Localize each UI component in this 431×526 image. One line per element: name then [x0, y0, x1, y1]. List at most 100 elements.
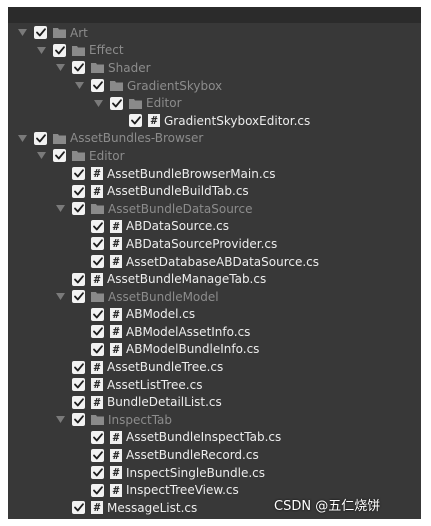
- tree-row-folder[interactable]: InspectTab: [8, 411, 421, 429]
- tree-item-label: ABModelBundleInfo.cs: [126, 342, 260, 357]
- tree-row-file[interactable]: # ABModelAssetInfo.cs: [8, 323, 421, 341]
- checkbox[interactable]: [91, 342, 104, 356]
- tree-row-file[interactable]: # ABDataSourceProvider.cs: [8, 235, 421, 253]
- chevron-down-icon[interactable]: [54, 414, 66, 426]
- checkbox[interactable]: [72, 395, 85, 409]
- tree-item-label: GradientSkybox: [127, 78, 223, 93]
- checkbox[interactable]: [91, 430, 104, 444]
- checkbox[interactable]: [34, 131, 47, 145]
- tree-row-folder[interactable]: Editor: [8, 94, 421, 112]
- checkbox[interactable]: [91, 219, 104, 233]
- tree-row-file[interactable]: # AssetDatabaseABDataSource.cs: [8, 253, 421, 271]
- folder-icon: [129, 98, 142, 109]
- tree-row-file[interactable]: # ABModelBundleInfo.cs: [8, 341, 421, 359]
- csharp-script-icon: #: [110, 430, 122, 444]
- chevron-down-icon[interactable]: [35, 150, 47, 162]
- checkmark-icon: [54, 46, 65, 55]
- checkbox[interactable]: [91, 483, 104, 497]
- csharp-script-icon: #: [110, 307, 122, 321]
- tree-row-file[interactable]: # GradientSkyboxEditor.cs: [8, 112, 421, 130]
- tree-item-label: AssetBundleTree.cs: [107, 360, 224, 375]
- tree-row-file[interactable]: # BundleDetailList.cs: [8, 393, 421, 411]
- tree-row-folder[interactable]: GradientSkybox: [8, 77, 421, 95]
- tree-row-folder[interactable]: Editor: [8, 147, 421, 165]
- checkbox[interactable]: [72, 272, 85, 286]
- checkmark-icon: [92, 345, 103, 354]
- tree-item-label: AssetBundleRecord.cs: [126, 448, 259, 463]
- tree-row-file[interactable]: # ABDataSource.cs: [8, 218, 421, 236]
- checkbox[interactable]: [129, 114, 142, 128]
- folder-icon: [91, 62, 104, 74]
- checkbox[interactable]: [72, 501, 85, 515]
- chevron-down-icon[interactable]: [16, 27, 28, 39]
- checkmark-icon: [92, 468, 103, 477]
- tree-item-label: Effect: [89, 43, 124, 58]
- checkbox[interactable]: [91, 79, 104, 93]
- tree-row-file[interactable]: # AssetBundleRecord.cs: [8, 446, 421, 464]
- tree-item-label: AssetListTree.cs: [107, 377, 203, 392]
- checkmark-icon: [130, 116, 141, 125]
- tree-row-file[interactable]: # AssetBundleTree.cs: [8, 358, 421, 376]
- tree-item-label: AssetBundleInspectTab.cs: [126, 430, 282, 445]
- checkbox[interactable]: [34, 26, 47, 40]
- tree-row-file[interactable]: # AssetBundleBuildTab.cs: [8, 182, 421, 200]
- tree-row-file[interactable]: # ABModel.cs: [8, 306, 421, 324]
- checkbox[interactable]: [91, 307, 104, 321]
- folder-icon: [53, 27, 66, 39]
- checkbox[interactable]: [53, 43, 66, 57]
- chevron-down-icon[interactable]: [54, 62, 66, 74]
- checkmark-icon: [92, 257, 103, 266]
- tree-row-folder[interactable]: AssetBundleModel: [8, 288, 421, 306]
- folder-icon: [91, 414, 104, 426]
- checkbox[interactable]: [91, 255, 104, 269]
- csharp-script-icon: #: [91, 378, 103, 392]
- folder-icon: [110, 80, 123, 92]
- chevron-down-icon[interactable]: [73, 80, 85, 92]
- tree-row-file[interactable]: # AssetListTree.cs: [8, 376, 421, 394]
- tree-row-folder[interactable]: Art: [8, 24, 421, 42]
- tree-row-file[interactable]: # AssetBundleManageTab.cs: [8, 270, 421, 288]
- checkmark-icon: [92, 433, 103, 442]
- checkbox[interactable]: [91, 237, 104, 251]
- tree-row-folder[interactable]: AssetBundleDataSource: [8, 200, 421, 218]
- checkbox[interactable]: [72, 167, 85, 181]
- tree-item-label: GradientSkyboxEditor.cs: [164, 113, 311, 128]
- tree-row-file[interactable]: # AssetBundleBrowserMain.cs: [8, 165, 421, 183]
- chevron-down-icon[interactable]: [54, 291, 66, 303]
- checkbox[interactable]: [72, 413, 85, 427]
- checkbox[interactable]: [110, 96, 123, 110]
- tree-row-folder[interactable]: AssetBundles-Browser: [8, 130, 421, 148]
- tree-row-folder[interactable]: Shader: [8, 59, 421, 77]
- checkbox[interactable]: [91, 466, 104, 480]
- checkbox[interactable]: [91, 448, 104, 462]
- folder-icon: [91, 203, 104, 215]
- checkbox[interactable]: [72, 202, 85, 216]
- tree-item-label: ABModelAssetInfo.cs: [126, 324, 251, 339]
- chevron-down-icon[interactable]: [92, 97, 104, 109]
- checkbox[interactable]: [72, 184, 85, 198]
- chevron-down-icon[interactable]: [35, 44, 47, 56]
- checkbox[interactable]: [91, 325, 104, 339]
- checkbox[interactable]: [53, 149, 66, 163]
- watermark: CSDN @五仁烧饼: [274, 499, 381, 514]
- tree-row-file[interactable]: # InspectSingleBundle.cs: [8, 464, 421, 482]
- checkmark-icon: [73, 380, 84, 389]
- checkbox[interactable]: [72, 378, 85, 392]
- checkbox[interactable]: [72, 290, 85, 304]
- chevron-down-icon[interactable]: [16, 132, 28, 144]
- checkbox[interactable]: [72, 360, 85, 374]
- chevron-down-icon[interactable]: [54, 203, 66, 215]
- checkbox[interactable]: [72, 61, 85, 75]
- folder-icon: [53, 133, 66, 144]
- tree-row-folder[interactable]: Effect: [8, 42, 421, 60]
- tree-item-label: InspectSingleBundle.cs: [126, 465, 266, 480]
- checkmark-icon: [73, 398, 84, 407]
- checkmark-icon: [73, 186, 84, 196]
- tree-row-file[interactable]: # AssetBundleInspectTab.cs: [8, 429, 421, 447]
- checkmark-icon: [73, 204, 84, 213]
- tree-item-label: AssetBundles-Browser: [70, 131, 204, 146]
